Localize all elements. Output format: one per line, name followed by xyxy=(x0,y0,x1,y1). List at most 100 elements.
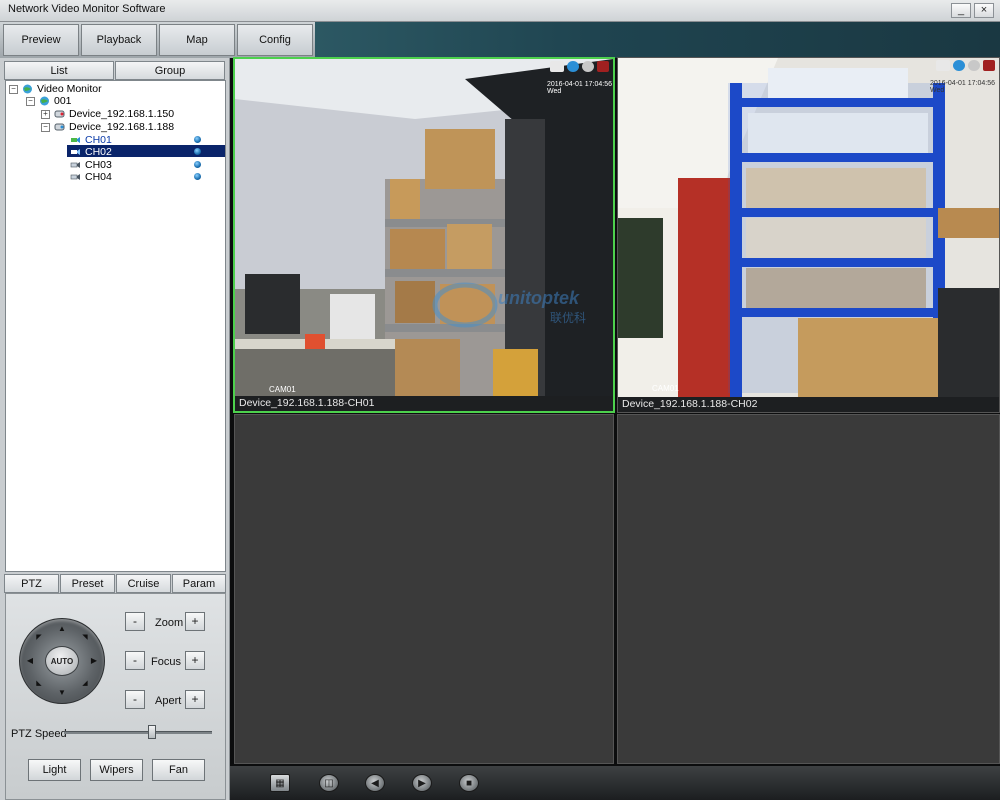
globe-icon xyxy=(39,96,50,106)
channel-label: CH02 xyxy=(85,146,112,158)
channel-status-icon xyxy=(194,136,201,143)
app-title: Network Video Monitor Software xyxy=(8,3,166,15)
channel-label: CH04 xyxy=(85,171,112,183)
camera-feed-ch02 xyxy=(618,58,999,397)
tab-param[interactable]: Param xyxy=(172,574,226,593)
stop-icon[interactable]: ■ xyxy=(459,774,479,792)
zoom-minus-button[interactable]: - xyxy=(125,612,145,631)
dvr-offline-icon xyxy=(54,109,65,119)
apert-minus-button[interactable]: - xyxy=(125,690,145,709)
tab-ptz[interactable]: PTZ xyxy=(4,574,59,593)
wipers-button[interactable]: Wipers xyxy=(90,759,143,781)
layout-grid-icon[interactable]: ▦ xyxy=(270,774,290,792)
next-icon[interactable]: ▶ xyxy=(412,774,432,792)
osd-time: 2016-04-01 17:04:56 Wed xyxy=(930,80,995,94)
focus-label: Focus xyxy=(151,656,181,668)
tab-cruise[interactable]: Cruise xyxy=(116,574,171,593)
camera-feed-ch01 xyxy=(235,59,613,396)
tab-preset[interactable]: Preset xyxy=(60,574,115,593)
tab-group[interactable]: Group xyxy=(115,61,225,80)
collapse-icon[interactable]: − xyxy=(26,96,35,106)
arrow-right-icon[interactable]: ▶ xyxy=(89,656,99,666)
collapse-icon[interactable]: − xyxy=(41,122,50,132)
zoom-plus-button[interactable]: + xyxy=(185,612,205,631)
record-icon[interactable] xyxy=(550,61,564,72)
ptz-speed-slider[interactable] xyxy=(148,725,156,739)
audio-icon[interactable] xyxy=(968,60,980,71)
fan-button[interactable]: Fan xyxy=(152,759,205,781)
camera-active-icon xyxy=(70,135,81,145)
ptz-speed-label: PTZ Speed xyxy=(11,728,67,740)
arrow-up-left-icon[interactable]: ◤ xyxy=(34,633,44,643)
ptz-speed-track xyxy=(64,731,212,734)
channel-status-icon xyxy=(194,161,201,168)
close-channel-icon[interactable] xyxy=(983,60,995,71)
top-nav-fill xyxy=(315,22,1000,58)
camera-label-bar: Device_192.168.1.188-CH01 xyxy=(235,61,613,411)
osd-camera-name: CAM01 xyxy=(269,385,296,394)
dvr-icon xyxy=(54,122,65,132)
close-channel-icon[interactable] xyxy=(597,61,609,72)
eye-icon[interactable] xyxy=(567,61,579,72)
tree-device-label: Device_192.168.1.188 xyxy=(69,121,175,133)
zoom-label: Zoom xyxy=(155,617,184,629)
tree-device-label: Device_192.168.1.150 xyxy=(69,108,175,120)
device-tree: − Video Monitor − 001 + Device_192.168.1… xyxy=(5,80,226,572)
eye-icon[interactable] xyxy=(953,60,965,71)
video-pane-1[interactable]: 2016-04-01 17:04:56 Wed CAM01 Device_192… xyxy=(233,57,615,413)
light-button[interactable]: Light xyxy=(28,759,81,781)
tab-preview[interactable]: Preview xyxy=(3,24,79,56)
watermark-logo: unitoptek 联优科 xyxy=(430,280,610,330)
channel-label: CH03 xyxy=(85,159,112,171)
tree-channel-ch03[interactable]: CH03 xyxy=(70,159,112,171)
video-pane-3[interactable] xyxy=(234,414,614,764)
channel-status-icon xyxy=(194,173,201,180)
tree-group[interactable]: − 001 xyxy=(26,95,72,107)
tab-list[interactable]: List xyxy=(4,61,114,80)
tree-channel-ch02[interactable]: CH02 xyxy=(70,146,112,158)
camera-label: Device_192.168.1.188-CH01 xyxy=(239,397,375,409)
tree-group-label: 001 xyxy=(54,95,72,107)
osd-time: 2016-04-01 17:04:56 Wed xyxy=(547,81,612,95)
arrow-down-right-icon[interactable]: ◢ xyxy=(80,679,90,689)
video-pane-2[interactable]: 2016-04-01 17:04:56 Wed CAM01 Device_192… xyxy=(617,57,1000,413)
arrow-down-left-icon[interactable]: ◣ xyxy=(34,679,44,689)
apert-label: Apert xyxy=(155,695,182,707)
globe-icon xyxy=(22,84,33,94)
svg-text:联优科: 联优科 xyxy=(550,311,586,325)
tab-map[interactable]: Map xyxy=(159,24,235,56)
camera-label: Device_192.168.1.188-CH02 xyxy=(622,398,758,410)
camera-label-bar: Device_192.168.1.188-CH02 xyxy=(618,60,999,412)
arrow-up-right-icon[interactable]: ◥ xyxy=(80,633,90,643)
previous-icon[interactable]: ◀ xyxy=(365,774,385,792)
osd-camera-name: CAM01 xyxy=(652,384,679,393)
expand-icon[interactable]: + xyxy=(41,109,50,119)
apert-plus-button[interactable]: + xyxy=(185,690,205,709)
camera-icon xyxy=(70,160,81,170)
camera-icon xyxy=(70,172,81,182)
minimize-button[interactable]: _ xyxy=(951,3,971,18)
close-button[interactable]: × xyxy=(974,3,994,18)
bottom-toolbar xyxy=(230,766,1000,800)
video-pane-4[interactable] xyxy=(617,414,1000,764)
camera-active-icon xyxy=(70,147,81,157)
auto-button[interactable]: AUTO xyxy=(45,646,79,676)
focus-minus-button[interactable]: - xyxy=(125,651,145,670)
svg-text:unitoptek: unitoptek xyxy=(498,288,580,308)
tree-root-label: Video Monitor xyxy=(37,83,102,95)
arrow-down-icon[interactable]: ▼ xyxy=(57,688,67,698)
arrow-left-icon[interactable]: ◀ xyxy=(25,656,35,666)
audio-icon[interactable] xyxy=(582,61,594,72)
split-screen-icon[interactable]: ◫ xyxy=(319,774,339,792)
focus-plus-button[interactable]: + xyxy=(185,651,205,670)
arrow-up-icon[interactable]: ▲ xyxy=(57,624,67,634)
record-icon[interactable] xyxy=(936,60,950,71)
channel-status-icon xyxy=(194,148,201,155)
tree-channel-ch04[interactable]: CH04 xyxy=(70,171,112,183)
tree-device-150[interactable]: + Device_192.168.1.150 xyxy=(41,108,174,120)
collapse-icon[interactable]: − xyxy=(9,84,18,94)
tree-root[interactable]: − Video Monitor xyxy=(9,83,102,95)
tab-playback[interactable]: Playback xyxy=(81,24,157,56)
tab-config[interactable]: Config xyxy=(237,24,313,56)
tree-device-188[interactable]: − Device_192.168.1.188 xyxy=(41,121,174,133)
